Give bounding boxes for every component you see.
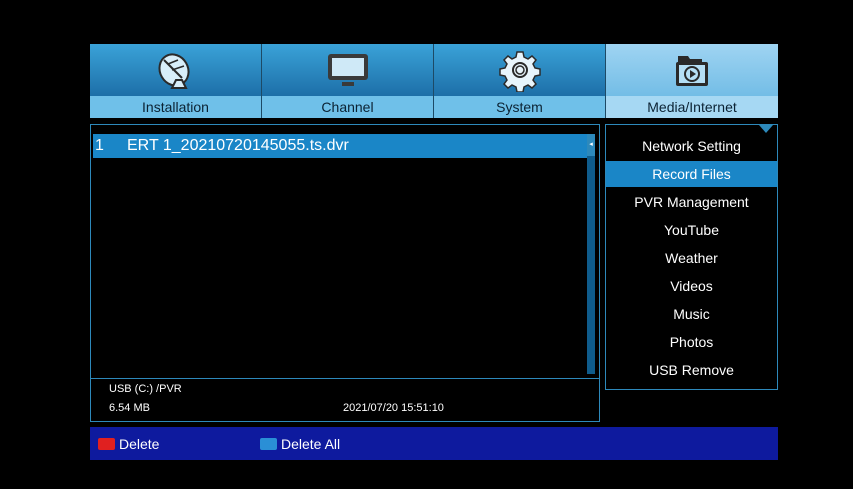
file-name: ERT 1_20210720145055.ts.dvr	[127, 137, 349, 154]
delete-button[interactable]: Delete	[98, 427, 159, 460]
record-datetime: 2021/07/20 15:51:10	[343, 402, 444, 414]
red-key-icon	[98, 437, 115, 450]
menu-pointer-icon	[759, 125, 773, 133]
menu-item-pvr-management[interactable]: PVR Management	[606, 189, 777, 215]
menu-item-photos[interactable]: Photos	[606, 329, 777, 355]
tab-label: Channel	[262, 96, 433, 118]
tab-media-internet[interactable]: Media/Internet	[606, 44, 778, 118]
media-submenu: Network Setting Record Files PVR Managem…	[605, 124, 778, 390]
tab-system[interactable]: System	[434, 44, 606, 118]
satellite-dish-icon	[157, 53, 190, 89]
divider	[91, 378, 599, 379]
function-key-bar: Delete Delete All	[90, 427, 778, 460]
menu-item-videos[interactable]: Videos	[606, 273, 777, 299]
blue-key-icon	[260, 437, 277, 450]
menu-item-music[interactable]: Music	[606, 301, 777, 327]
main-tab-bar: Installation Channel System Media/Intern…	[90, 44, 778, 118]
screen: Installation Channel System Media/Intern…	[0, 0, 853, 489]
delete-label: Delete	[119, 435, 160, 452]
gear-icon	[498, 51, 541, 92]
menu-item-record-files[interactable]: Record Files	[606, 161, 777, 187]
media-folder-icon	[676, 56, 708, 86]
menu-item-youtube[interactable]: YouTube	[606, 217, 777, 243]
file-size: 6.54 MB	[109, 402, 150, 414]
storage-path: USB (C:) /PVR	[109, 383, 182, 395]
record-file-list: 1 ERT 1_20210720145055.ts.dvr	[93, 134, 587, 374]
menu-item-usb-remove[interactable]: USB Remove	[606, 357, 777, 383]
scroll-thumb[interactable]: ◂	[587, 134, 595, 156]
delete-all-label: Delete All	[281, 435, 341, 452]
file-number: 1	[95, 137, 104, 154]
record-file-panel: 1 ERT 1_20210720145055.ts.dvr ◂ USB (C:)…	[90, 124, 600, 422]
delete-all-button[interactable]: Delete All	[260, 427, 340, 460]
tab-channel[interactable]: Channel	[262, 44, 434, 118]
tab-label: Media/Internet	[606, 96, 778, 118]
tab-installation[interactable]: Installation	[90, 44, 262, 118]
list-item[interactable]: 1 ERT 1_20210720145055.ts.dvr	[93, 134, 587, 158]
menu-item-weather[interactable]: Weather	[606, 245, 777, 271]
tab-label: Installation	[90, 96, 261, 118]
tv-icon	[327, 54, 368, 86]
scrollbar[interactable]: ◂	[587, 134, 595, 374]
tab-label: System	[434, 96, 605, 118]
menu-item-network-setting[interactable]: Network Setting	[606, 133, 777, 159]
